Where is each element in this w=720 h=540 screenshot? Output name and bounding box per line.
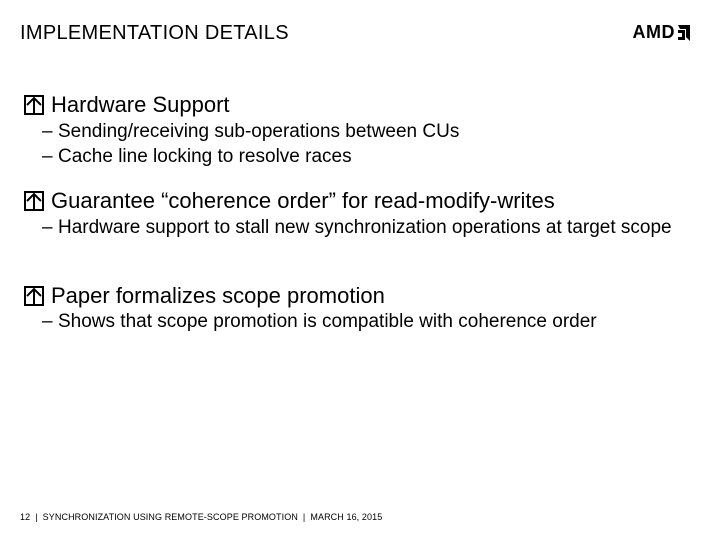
separator: | bbox=[35, 512, 37, 522]
bullet-icon bbox=[24, 285, 44, 305]
slide: IMPLEMENTATION DETAILS AMD Hardwar bbox=[0, 0, 720, 540]
sub-text: Hardware support to stall new synchroniz… bbox=[58, 217, 672, 238]
amd-logo: AMD bbox=[633, 22, 691, 43]
page-number: 12 bbox=[20, 512, 30, 522]
amd-logo-text: AMD bbox=[633, 22, 676, 43]
content: Hardware Support ‒ Sending/receiving sub… bbox=[20, 91, 700, 335]
footer-date: MARCH 16, 2015 bbox=[310, 512, 382, 522]
heading-text: Paper formalizes scope promotion bbox=[51, 283, 385, 308]
section-hardware-support: Hardware Support ‒ Sending/receiving sub… bbox=[24, 91, 700, 169]
dash-icon: ‒ bbox=[42, 145, 53, 169]
section-guarantee: Guarantee “coherence order” for read-mod… bbox=[24, 187, 700, 240]
slide-title: IMPLEMENTATION DETAILS bbox=[20, 22, 700, 45]
footer: 12 | SYNCHRONIZATION USING REMOTE-SCOPE … bbox=[20, 512, 382, 522]
heading: Guarantee “coherence order” for read-mod… bbox=[24, 187, 700, 215]
separator: | bbox=[303, 512, 305, 522]
amd-arrow-icon bbox=[678, 25, 690, 41]
sub-text: Cache line locking to resolve races bbox=[58, 146, 352, 167]
sub-item: ‒ Hardware support to stall new synchron… bbox=[40, 216, 700, 240]
sub-text: Sending/receiving sub-operations between… bbox=[58, 121, 459, 142]
section-paper: Paper formalizes scope promotion ‒ Shows… bbox=[24, 282, 700, 335]
deck-title: SYNCHRONIZATION USING REMOTE-SCOPE PROMO… bbox=[43, 512, 298, 522]
sub-item: ‒ Sending/receiving sub-operations betwe… bbox=[40, 120, 700, 144]
dash-icon: ‒ bbox=[42, 216, 53, 240]
heading-text: Guarantee “coherence order” for read-mod… bbox=[51, 188, 555, 213]
sub-item: ‒ Cache line locking to resolve races bbox=[40, 145, 700, 169]
spacer bbox=[24, 258, 700, 282]
bullet-icon bbox=[24, 94, 44, 114]
heading: Hardware Support bbox=[24, 91, 700, 119]
sub-item: ‒ Shows that scope promotion is compatib… bbox=[40, 310, 700, 334]
heading: Paper formalizes scope promotion bbox=[24, 282, 700, 310]
dash-icon: ‒ bbox=[42, 310, 53, 334]
sub-text: Shows that scope promotion is compatible… bbox=[58, 311, 597, 332]
dash-icon: ‒ bbox=[42, 120, 53, 144]
bullet-icon bbox=[24, 190, 44, 210]
heading-text: Hardware Support bbox=[51, 92, 230, 117]
